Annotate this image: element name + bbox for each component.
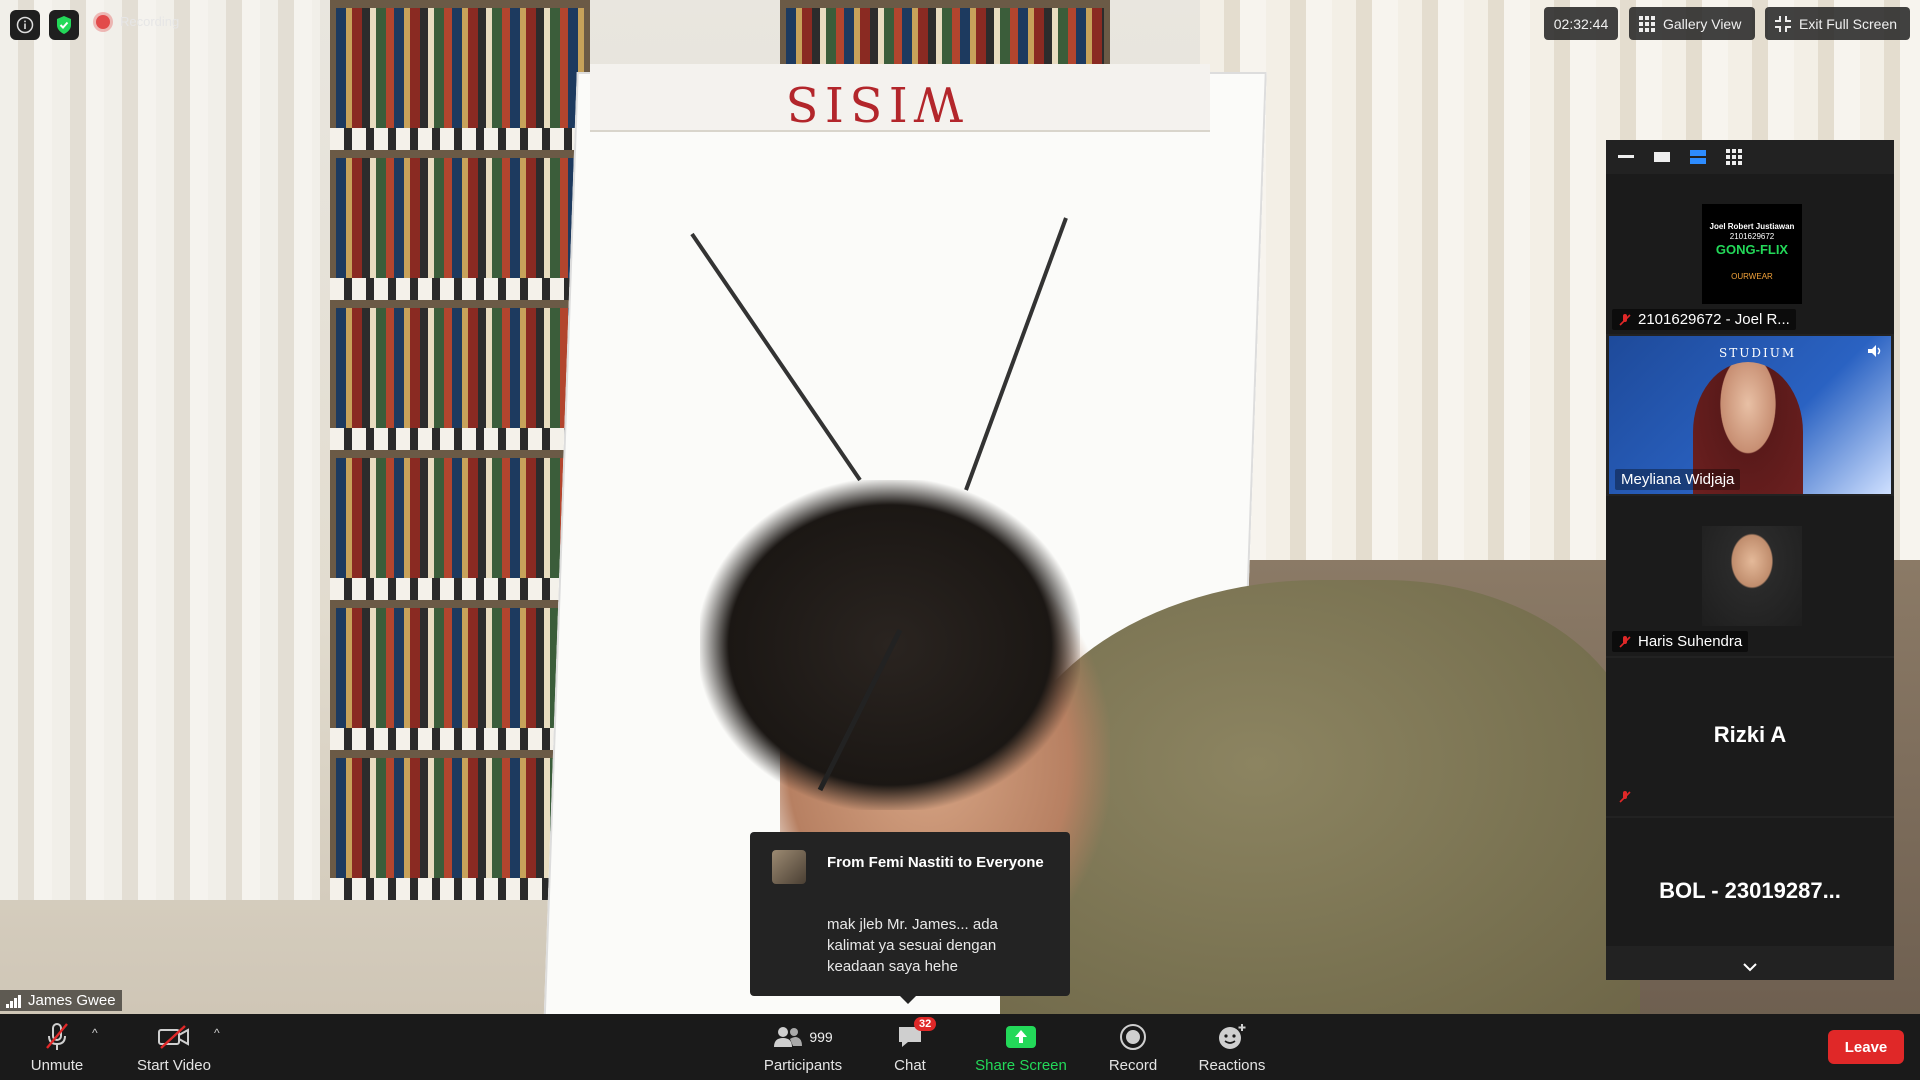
share-screen-button[interactable]: Share Screen	[968, 1014, 1074, 1080]
start-video-button[interactable]: Start Video	[132, 1014, 216, 1080]
thumbnail-line: OURWEAR	[1731, 272, 1773, 281]
chat-button[interactable]: 32 Chat	[880, 1014, 940, 1080]
participants-icon-wrap: 999	[773, 1021, 833, 1053]
record-icon	[1120, 1024, 1146, 1050]
share-screen-icon	[1006, 1026, 1036, 1048]
unmute-icon-wrap	[43, 1021, 71, 1053]
share-screen-icon-wrap	[1006, 1021, 1036, 1053]
info-icon	[16, 16, 34, 34]
record-label: Record	[1108, 1057, 1158, 1074]
start-video-label: Start Video	[137, 1057, 211, 1074]
mic-muted-icon	[1619, 791, 1631, 803]
record-button[interactable]: Record	[1098, 1014, 1168, 1080]
smiley-plus-icon	[1219, 1024, 1246, 1049]
chat-notification[interactable]: From Femi Nastiti to Everyone mak jleb M…	[750, 832, 1070, 1004]
grid-view-icon	[1726, 149, 1742, 165]
participant-panel: Joel Robert Justiawan 2101629672 GONG-FL…	[1606, 140, 1894, 980]
participants-label: Participants	[763, 1057, 843, 1074]
reactions-label: Reactions	[1198, 1057, 1266, 1074]
encryption-button[interactable]	[49, 10, 79, 40]
audio-options-caret-icon[interactable]: ^	[92, 1026, 98, 1040]
meeting-timer: 02:32:44	[1544, 7, 1618, 40]
start-video-icon-wrap	[157, 1021, 191, 1053]
toast-pointer	[900, 996, 916, 1004]
participant-tile[interactable]: Haris Suhendra	[1606, 496, 1894, 656]
speaker-name-text: James Gwee	[28, 992, 116, 1009]
chat-notification-message: mak jleb Mr. James... ada kalimat ya ses…	[827, 916, 998, 975]
recording-indicator[interactable]: Recording	[96, 14, 179, 29]
participant-name: Haris Suhendra	[1612, 631, 1749, 652]
gallery-view-label: Gallery View	[1663, 15, 1742, 32]
mic-muted-icon	[1619, 313, 1631, 326]
exit-full-screen-label: Exit Full Screen	[1799, 15, 1898, 32]
flipchart-drawing	[690, 217, 1068, 491]
participant-name: Meyliana Widjaja	[1615, 469, 1741, 490]
participants-count: 999	[809, 1029, 833, 1045]
exit-full-screen-button[interactable]: Exit Full Screen	[1765, 7, 1910, 40]
reactions-button[interactable]: Reactions	[1192, 1014, 1272, 1080]
gallery-view-button[interactable]: Gallery View	[1629, 7, 1755, 40]
thumbnail-line: Joel Robert Justiawan	[1709, 222, 1795, 231]
meeting-toolbar: Unmute ^ Start Video ^ 999 Participants	[0, 1014, 1920, 1080]
thumbnail-line: GONG-FLIX	[1715, 242, 1789, 257]
timer-text: 02:32:44	[1553, 15, 1609, 32]
single-tile-icon	[1654, 152, 1670, 162]
active-speaker-label: James Gwee	[0, 990, 122, 1011]
grid-view-button[interactable]	[1724, 149, 1744, 165]
chevron-down-icon	[1743, 963, 1757, 972]
background-banner-text: STUDIUM	[1719, 346, 1797, 360]
recording-label: Recording	[120, 14, 180, 29]
participant-name-text: BOL - 23019287...	[1659, 878, 1841, 903]
participants-button[interactable]: 999 Participants	[758, 1014, 848, 1080]
flipchart-title: WISIS	[780, 75, 964, 131]
participant-video	[1702, 526, 1802, 626]
participant-name-text: Haris Suhendra	[1638, 633, 1743, 650]
participant-name: 2101629672 - Joel R...	[1612, 309, 1796, 330]
strip-icon	[1690, 150, 1706, 164]
participants-icon	[774, 1027, 803, 1047]
participant-thumbnail: Joel Robert Justiawan 2101629672 GONG-FL…	[1702, 204, 1802, 304]
bookshelf	[330, 0, 590, 900]
participant-tile[interactable]: Joel Robert Justiawan 2101629672 GONG-FL…	[1606, 174, 1894, 334]
chat-unread-badge: 32	[914, 1017, 937, 1031]
participant-name-text: Rizki A	[1713, 722, 1787, 747]
sender-avatar	[772, 850, 806, 884]
meeting-info-button[interactable]	[10, 10, 40, 40]
speaking-icon	[1868, 345, 1881, 357]
participant-tile[interactable]: STUDIUM Meyliana Widjaja	[1609, 336, 1891, 494]
participant-name-text: 2101629672 - Joel R...	[1638, 311, 1790, 328]
video-options-caret-icon[interactable]: ^	[214, 1026, 220, 1040]
chat-notification-title: From Femi Nastiti to Everyone	[827, 854, 1044, 871]
reactions-icon-wrap	[1217, 1021, 1247, 1053]
minimize-icon	[1618, 155, 1634, 158]
unmute-button[interactable]: Unmute	[22, 1014, 92, 1080]
strip-view-button[interactable]	[1688, 150, 1708, 164]
grid-icon	[1639, 15, 1655, 32]
chat-icon-wrap: 32	[896, 1017, 937, 1053]
minimize-panel-button[interactable]	[1616, 150, 1636, 164]
scroll-down-button[interactable]	[1606, 960, 1894, 978]
single-view-button[interactable]	[1652, 150, 1672, 164]
shield-check-icon	[57, 16, 71, 34]
unmute-label: Unmute	[30, 1057, 84, 1074]
video-off-icon	[158, 1025, 189, 1049]
thumbnail-line: 2101629672	[1729, 232, 1775, 241]
panel-view-tabs	[1606, 140, 1894, 174]
mic-muted-icon	[1619, 635, 1631, 648]
record-icon-wrap	[1119, 1021, 1147, 1053]
exit-fullscreen-icon	[1775, 15, 1791, 32]
share-screen-label: Share Screen	[975, 1057, 1067, 1074]
recording-dot-icon	[96, 14, 110, 29]
window-curtain	[0, 0, 320, 900]
chat-label: Chat	[894, 1057, 926, 1074]
participant-tile[interactable]: BOL - 23019287...	[1606, 818, 1894, 946]
signal-strength-icon	[6, 994, 21, 1008]
participant-tile[interactable]: Rizki A	[1606, 658, 1894, 816]
leave-label: Leave	[1844, 1038, 1888, 1056]
participant-name-text: Meyliana Widjaja	[1621, 471, 1735, 488]
leave-button[interactable]: Leave	[1828, 1030, 1904, 1064]
mic-muted-icon	[46, 1023, 68, 1050]
glasses	[817, 628, 903, 792]
